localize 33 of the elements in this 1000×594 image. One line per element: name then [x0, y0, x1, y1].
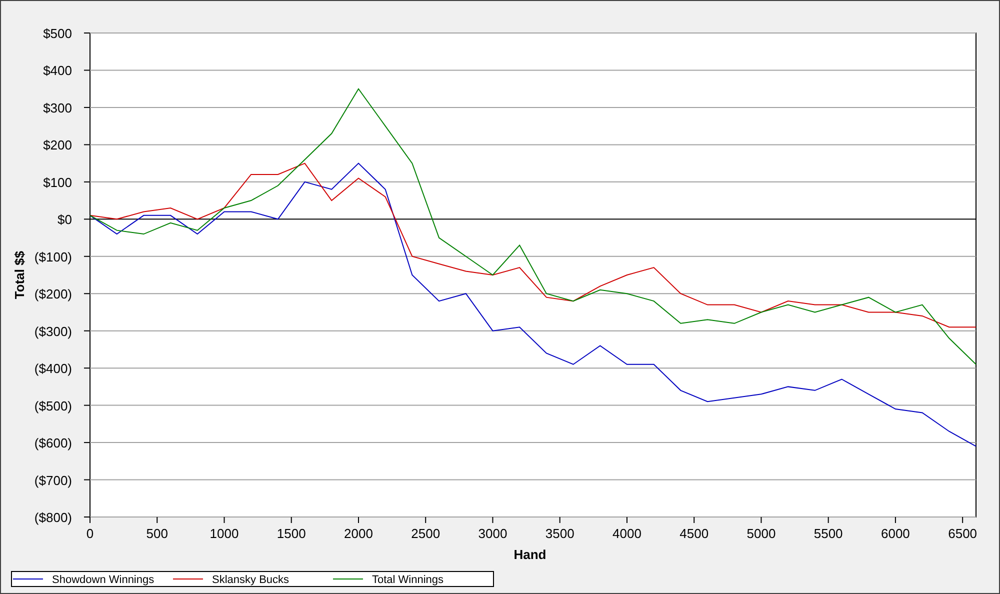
axis-tick-label: ($700) — [34, 472, 72, 488]
axis-tick-label: ($600) — [34, 436, 72, 451]
axis-title: Hand — [514, 547, 546, 562]
axis-title: Total $$ — [12, 250, 27, 300]
axis-tick-label: 0 — [86, 526, 94, 541]
axis-tick-label: 4000 — [612, 526, 642, 541]
axis-tick-label: 3500 — [545, 526, 574, 541]
legend-label: Sklansky Bucks — [212, 574, 290, 586]
axis-tick-label: 1000 — [210, 526, 239, 541]
axis-tick-label: ($100) — [34, 249, 72, 264]
axis-tick-label: 500 — [146, 526, 168, 541]
axis-tick-label: ($200) — [34, 286, 72, 302]
axis-tick-label: 5000 — [746, 526, 776, 541]
axis-tick-label: $400 — [43, 63, 72, 78]
axis-tick-label: 1500 — [276, 526, 306, 541]
axis-tick-label: $200 — [43, 138, 72, 153]
legend-label: Total Winnings — [372, 574, 444, 586]
axis-tick-label: 2000 — [344, 526, 373, 541]
axis-tick-label: $0 — [58, 212, 72, 228]
legend-label: Showdown Winnings — [52, 574, 154, 586]
axis-tick-label: 4500 — [680, 526, 709, 541]
axis-tick-label: ($500) — [34, 398, 72, 414]
axis-tick-label: 3000 — [478, 526, 508, 541]
axis-tick-label: 6500 — [948, 526, 978, 541]
axis-tick-label: $500 — [43, 26, 72, 41]
axis-tick-label: ($400) — [34, 361, 72, 376]
axis-tick-label: ($300) — [34, 324, 72, 339]
axis-tick-label: ($800) — [34, 510, 72, 525]
axis-tick-label: 6000 — [881, 526, 910, 541]
axis-tick-label: 2500 — [411, 526, 440, 541]
axis-tick-label: 5500 — [814, 526, 843, 541]
axis-tick-label: $300 — [43, 100, 72, 116]
axis-tick-label: $100 — [43, 174, 72, 190]
